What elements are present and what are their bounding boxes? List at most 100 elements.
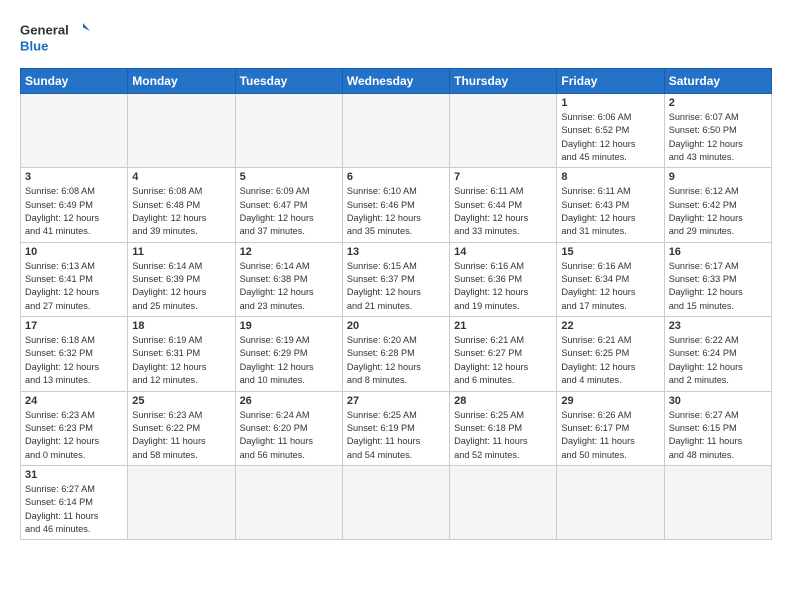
- calendar-cell: 31 Sunrise: 6:27 AM Sunset: 6:14 PM Dayli…: [21, 465, 128, 539]
- day-info: Sunrise: 6:16 AM Sunset: 6:34 PM Dayligh…: [561, 260, 659, 313]
- day-header-wednesday: Wednesday: [342, 69, 449, 94]
- day-number: 30: [669, 395, 767, 407]
- calendar-cell: [342, 465, 449, 539]
- calendar-cell: 29 Sunrise: 6:26 AM Sunset: 6:17 PM Dayli…: [557, 391, 664, 465]
- day-header-monday: Monday: [128, 69, 235, 94]
- day-number: 29: [561, 395, 659, 407]
- calendar-cell: [235, 465, 342, 539]
- calendar-cell: [450, 465, 557, 539]
- day-header-tuesday: Tuesday: [235, 69, 342, 94]
- day-info: Sunrise: 6:10 AM Sunset: 6:46 PM Dayligh…: [347, 185, 445, 238]
- day-number: 20: [347, 320, 445, 332]
- calendar-cell: 4Sunrise: 6:08 AM Sunset: 6:48 PM Daylig…: [128, 168, 235, 242]
- day-header-thursday: Thursday: [450, 69, 557, 94]
- day-number: 28: [454, 395, 552, 407]
- day-info: Sunrise: 6:16 AM Sunset: 6:36 PM Dayligh…: [454, 260, 552, 313]
- calendar-cell: 16Sunrise: 6:17 AM Sunset: 6:33 PM Dayli…: [664, 242, 771, 316]
- calendar-cell: [21, 94, 128, 168]
- day-number: 24: [25, 395, 123, 407]
- day-info: Sunrise: 6:14 AM Sunset: 6:39 PM Dayligh…: [132, 260, 230, 313]
- day-number: 18: [132, 320, 230, 332]
- calendar-cell: 17 Sunrise: 6:18 AM Sunset: 6:32 PM Dayli…: [21, 317, 128, 391]
- day-number: 12: [240, 246, 338, 258]
- day-info: Sunrise: 6:14 AM Sunset: 6:38 PM Dayligh…: [240, 260, 338, 313]
- calendar-week-5: 31 Sunrise: 6:27 AM Sunset: 6:14 PM Dayli…: [21, 465, 772, 539]
- day-number: 21: [454, 320, 552, 332]
- calendar-cell: 7 Sunrise: 6:11 AM Sunset: 6:44 PM Daylig…: [450, 168, 557, 242]
- day-info: Sunrise: 6:07 AM Sunset: 6:50 PM Dayligh…: [669, 111, 767, 164]
- calendar-cell: 27Sunrise: 6:25 AM Sunset: 6:19 PM Dayli…: [342, 391, 449, 465]
- day-number: 6: [347, 171, 445, 183]
- calendar-week-3: 17 Sunrise: 6:18 AM Sunset: 6:32 PM Dayli…: [21, 317, 772, 391]
- day-info: Sunrise: 6:26 AM Sunset: 6:17 PM Dayligh…: [561, 409, 659, 462]
- logo: General Blue: [20, 16, 90, 60]
- calendar-cell: [664, 465, 771, 539]
- day-info: Sunrise: 6:21 AM Sunset: 6:25 PM Dayligh…: [561, 334, 659, 387]
- day-info: Sunrise: 6:06 AM Sunset: 6:52 PM Dayligh…: [561, 111, 659, 164]
- calendar-cell: 2 Sunrise: 6:07 AM Sunset: 6:50 PM Daylig…: [664, 94, 771, 168]
- calendar-cell: 22 Sunrise: 6:21 AM Sunset: 6:25 PM Dayli…: [557, 317, 664, 391]
- day-info: Sunrise: 6:19 AM Sunset: 6:31 PM Dayligh…: [132, 334, 230, 387]
- calendar-week-1: 3 Sunrise: 6:08 AM Sunset: 6:49 PM Daylig…: [21, 168, 772, 242]
- day-number: 23: [669, 320, 767, 332]
- calendar-cell: 25 Sunrise: 6:23 AM Sunset: 6:22 PM Dayli…: [128, 391, 235, 465]
- calendar-cell: 10Sunrise: 6:13 AM Sunset: 6:41 PM Dayli…: [21, 242, 128, 316]
- day-info: Sunrise: 6:21 AM Sunset: 6:27 PM Dayligh…: [454, 334, 552, 387]
- calendar-cell: [557, 465, 664, 539]
- day-number: 22: [561, 320, 659, 332]
- day-header-friday: Friday: [557, 69, 664, 94]
- day-info: Sunrise: 6:13 AM Sunset: 6:41 PM Dayligh…: [25, 260, 123, 313]
- day-number: 17: [25, 320, 123, 332]
- day-info: Sunrise: 6:27 AM Sunset: 6:14 PM Dayligh…: [25, 483, 123, 536]
- calendar-cell: 9Sunrise: 6:12 AM Sunset: 6:42 PM Daylig…: [664, 168, 771, 242]
- day-number: 26: [240, 395, 338, 407]
- day-info: Sunrise: 6:27 AM Sunset: 6:15 PM Dayligh…: [669, 409, 767, 462]
- day-header-saturday: Saturday: [664, 69, 771, 94]
- day-number: 27: [347, 395, 445, 407]
- calendar-cell: 13Sunrise: 6:15 AM Sunset: 6:37 PM Dayli…: [342, 242, 449, 316]
- logo-svg: General Blue: [20, 16, 90, 60]
- calendar-cell: 8Sunrise: 6:11 AM Sunset: 6:43 PM Daylig…: [557, 168, 664, 242]
- calendar-cell: 23 Sunrise: 6:22 AM Sunset: 6:24 PM Dayli…: [664, 317, 771, 391]
- day-info: Sunrise: 6:11 AM Sunset: 6:44 PM Dayligh…: [454, 185, 552, 238]
- day-number: 5: [240, 171, 338, 183]
- calendar-week-0: 1 Sunrise: 6:06 AM Sunset: 6:52 PM Daylig…: [21, 94, 772, 168]
- day-number: 3: [25, 171, 123, 183]
- day-info: Sunrise: 6:17 AM Sunset: 6:33 PM Dayligh…: [669, 260, 767, 313]
- day-info: Sunrise: 6:25 AM Sunset: 6:18 PM Dayligh…: [454, 409, 552, 462]
- day-info: Sunrise: 6:08 AM Sunset: 6:49 PM Dayligh…: [25, 185, 123, 238]
- day-info: Sunrise: 6:12 AM Sunset: 6:42 PM Dayligh…: [669, 185, 767, 238]
- day-info: Sunrise: 6:18 AM Sunset: 6:32 PM Dayligh…: [25, 334, 123, 387]
- calendar-cell: 30 Sunrise: 6:27 AM Sunset: 6:15 PM Dayli…: [664, 391, 771, 465]
- calendar-cell: 3 Sunrise: 6:08 AM Sunset: 6:49 PM Daylig…: [21, 168, 128, 242]
- day-number: 31: [25, 469, 123, 481]
- calendar-cell: 14 Sunrise: 6:16 AM Sunset: 6:36 PM Dayli…: [450, 242, 557, 316]
- calendar-header-row: SundayMondayTuesdayWednesdayThursdayFrid…: [21, 69, 772, 94]
- page-header: General Blue: [20, 16, 772, 60]
- day-number: 13: [347, 246, 445, 258]
- calendar-cell: 24 Sunrise: 6:23 AM Sunset: 6:23 PM Dayli…: [21, 391, 128, 465]
- day-number: 19: [240, 320, 338, 332]
- calendar-cell: 6 Sunrise: 6:10 AM Sunset: 6:46 PM Daylig…: [342, 168, 449, 242]
- day-number: 14: [454, 246, 552, 258]
- calendar-cell: 12 Sunrise: 6:14 AM Sunset: 6:38 PM Dayli…: [235, 242, 342, 316]
- calendar-table: SundayMondayTuesdayWednesdayThursdayFrid…: [20, 68, 772, 540]
- day-number: 25: [132, 395, 230, 407]
- svg-text:General: General: [20, 23, 69, 38]
- day-info: Sunrise: 6:23 AM Sunset: 6:23 PM Dayligh…: [25, 409, 123, 462]
- day-number: 15: [561, 246, 659, 258]
- day-number: 7: [454, 171, 552, 183]
- day-number: 8: [561, 171, 659, 183]
- day-info: Sunrise: 6:23 AM Sunset: 6:22 PM Dayligh…: [132, 409, 230, 462]
- day-number: 2: [669, 97, 767, 109]
- calendar-week-2: 10Sunrise: 6:13 AM Sunset: 6:41 PM Dayli…: [21, 242, 772, 316]
- day-number: 1: [561, 97, 659, 109]
- calendar-cell: 19Sunrise: 6:19 AM Sunset: 6:29 PM Dayli…: [235, 317, 342, 391]
- calendar-cell: 28 Sunrise: 6:25 AM Sunset: 6:18 PM Dayli…: [450, 391, 557, 465]
- calendar-cell: 18 Sunrise: 6:19 AM Sunset: 6:31 PM Dayli…: [128, 317, 235, 391]
- calendar-cell: 1 Sunrise: 6:06 AM Sunset: 6:52 PM Daylig…: [557, 94, 664, 168]
- day-number: 11: [132, 246, 230, 258]
- day-info: Sunrise: 6:22 AM Sunset: 6:24 PM Dayligh…: [669, 334, 767, 387]
- calendar-cell: 20Sunrise: 6:20 AM Sunset: 6:28 PM Dayli…: [342, 317, 449, 391]
- day-number: 4: [132, 171, 230, 183]
